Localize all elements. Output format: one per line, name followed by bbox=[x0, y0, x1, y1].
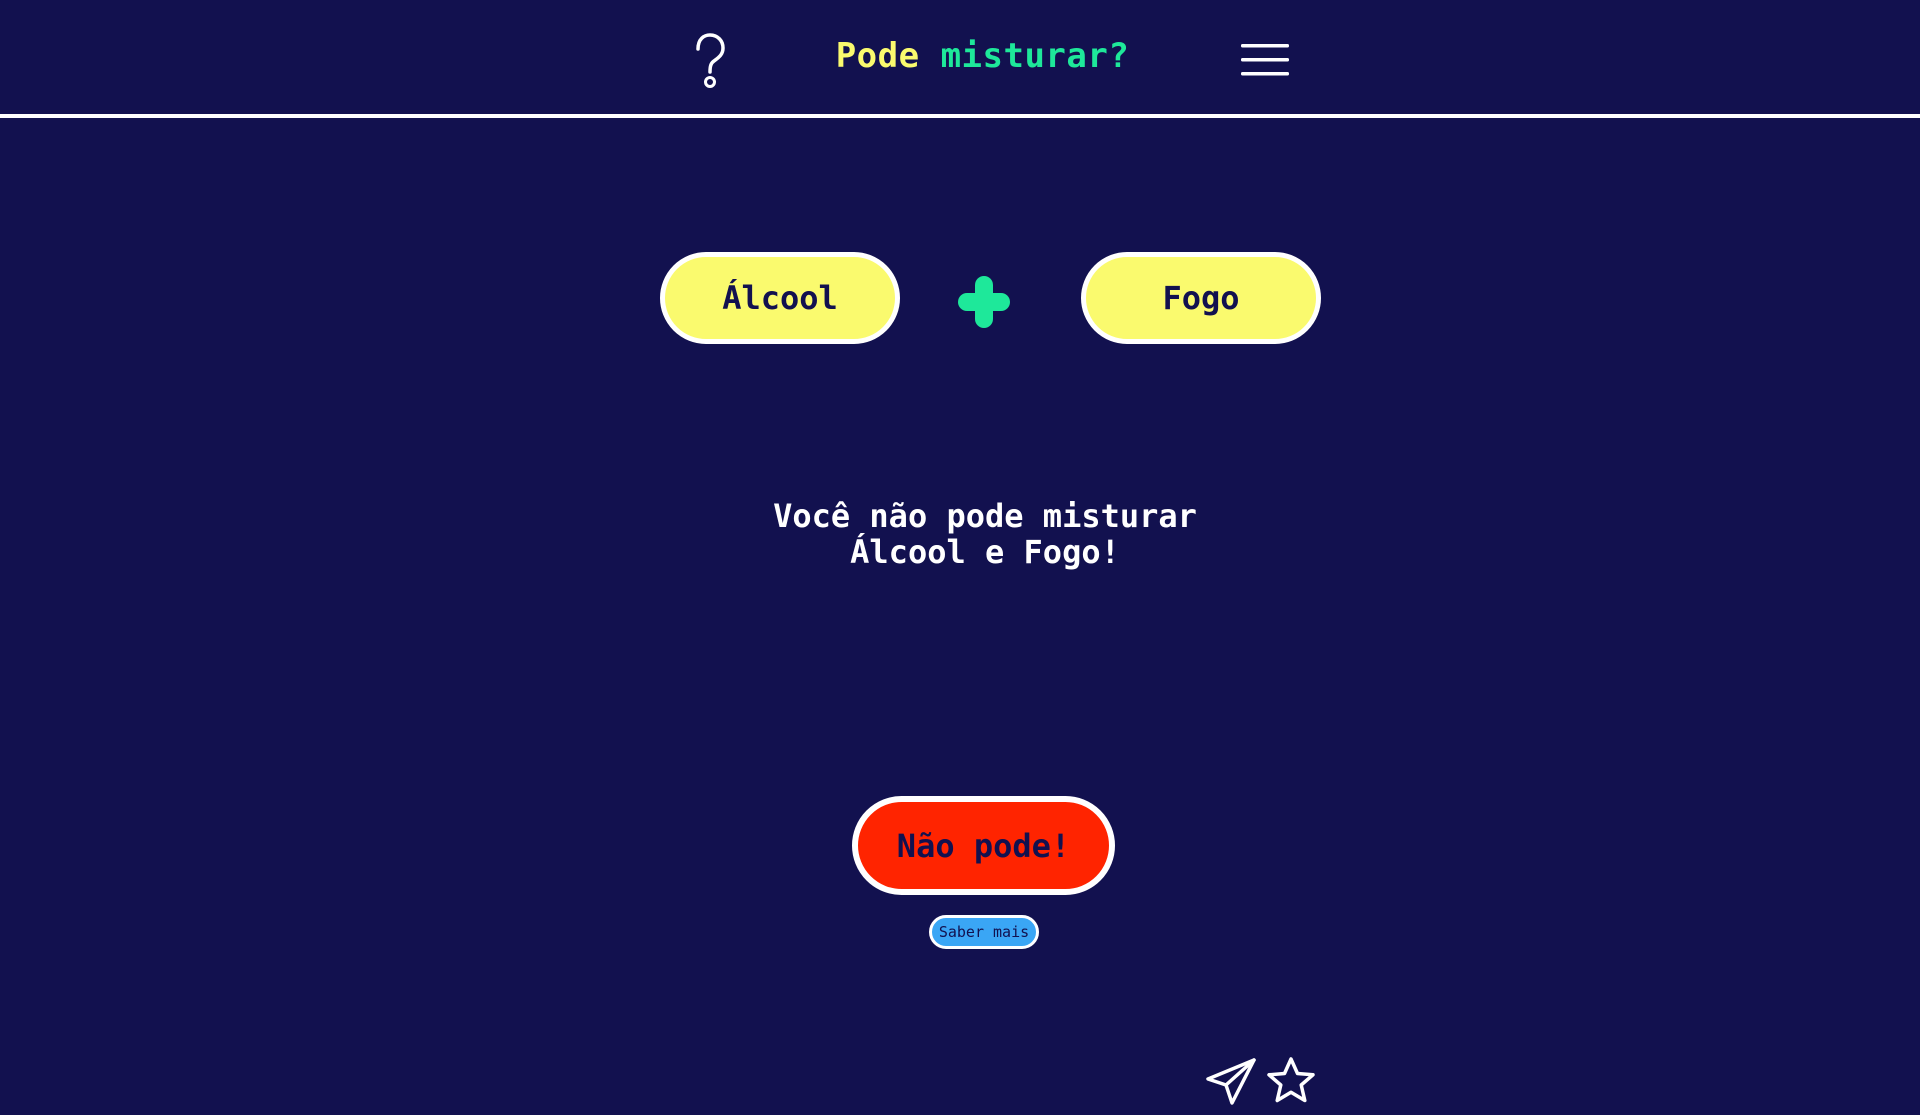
learn-more-label: Saber mais bbox=[938, 923, 1030, 941]
left-ingredient-label: Álcool bbox=[722, 279, 838, 317]
menu-button[interactable] bbox=[1240, 40, 1290, 80]
favorite-button[interactable] bbox=[1265, 1055, 1317, 1107]
right-ingredient-label: Fogo bbox=[1162, 279, 1240, 317]
learn-more-button[interactable]: Saber mais bbox=[929, 915, 1039, 949]
result-message-line1: Você não pode misturar bbox=[773, 497, 1197, 535]
question-mark-icon bbox=[696, 33, 725, 88]
left-ingredient-button[interactable]: Álcool bbox=[660, 252, 900, 344]
verdict-button[interactable]: Não pode! bbox=[852, 796, 1115, 895]
verdict-label: Não pode! bbox=[896, 826, 1071, 865]
header-divider bbox=[0, 114, 1920, 118]
title-part-pode: Pode bbox=[835, 36, 920, 76]
result-message: Você não pode misturar Álcool e Fogo! bbox=[660, 498, 1310, 570]
share-button[interactable] bbox=[1205, 1055, 1257, 1107]
star-icon bbox=[1267, 1057, 1315, 1103]
app-header: Pode misturar? bbox=[0, 0, 1920, 118]
help-button[interactable] bbox=[688, 32, 732, 92]
title-part-misturar: misturar? bbox=[940, 36, 1130, 76]
right-ingredient-button[interactable]: Fogo bbox=[1081, 252, 1321, 344]
result-message-line2: Álcool e Fogo! bbox=[850, 533, 1120, 571]
app-title: Pode misturar? bbox=[780, 36, 1185, 76]
plus-icon bbox=[958, 276, 1010, 328]
paper-plane-icon bbox=[1206, 1058, 1256, 1105]
hamburger-menu-icon bbox=[1241, 44, 1289, 76]
